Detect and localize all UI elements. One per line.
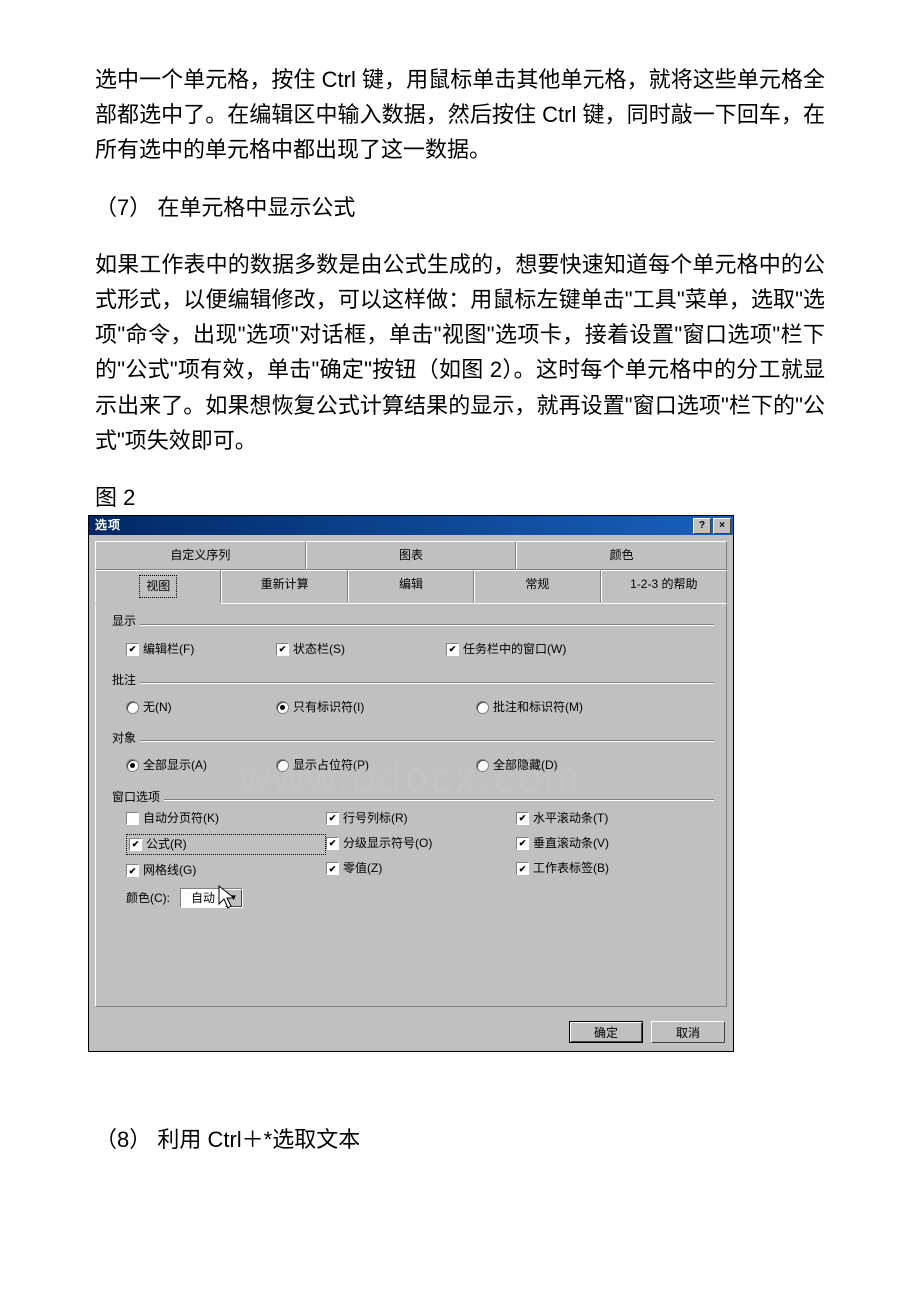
gridline-color-select[interactable]: 自动 ▼ [180,888,243,908]
group-window: 窗口选项 [108,788,164,807]
chk-outline-symbols[interactable] [326,837,339,850]
tab-edit[interactable]: 编辑 [348,570,474,603]
chk-status-bar[interactable] [276,643,289,656]
chk-zero-values[interactable] [326,862,339,875]
group-object: 对象 [108,729,140,748]
cancel-button[interactable]: 取消 [651,1021,725,1043]
watermark: www.bdocx.com [240,744,582,811]
help-button[interactable]: ? [693,518,711,534]
group-display: 显示 [108,612,140,631]
paragraph-2: 如果工作表中的数据多数是由公式生成的，想要快速知道每个单元格中的公式形式，以便编… [95,247,825,458]
radio-comment-both[interactable] [476,701,489,714]
radio-obj-placeholders[interactable] [276,759,289,772]
figure-label: 图 2 [95,480,825,515]
radio-comment-none[interactable] [126,701,139,714]
tab-recalc[interactable]: 重新计算 [221,570,347,603]
tab-123-help[interactable]: 1-2-3 的帮助 [601,570,727,603]
radio-comment-indicator[interactable] [276,701,289,714]
tab-color[interactable]: 颜色 [516,541,727,570]
chk-row-col-headers[interactable] [326,812,339,825]
chk-v-scroll[interactable] [516,837,529,850]
radio-obj-hide-all[interactable] [476,759,489,772]
chk-formula-bar[interactable] [126,643,139,656]
close-button[interactable]: × [713,518,731,534]
dialog-title: 选项 [91,516,691,535]
chk-h-scroll[interactable] [516,812,529,825]
heading-7: （7） 在单元格中显示公式 [95,190,825,225]
options-dialog: 选项 ? × 自定义序列 图表 颜色 视图 重新计算 编辑 常规 1-2-3 的… [88,515,734,1052]
ok-button[interactable]: 确定 [569,1021,643,1043]
heading-8: （8） 利用 Ctrl＋*选取文本 [95,1122,825,1157]
titlebar: 选项 ? × [89,516,733,535]
tab-custom-lists[interactable]: 自定义序列 [95,541,306,570]
chk-gridlines[interactable] [126,864,139,877]
chk-sheet-tabs[interactable] [516,862,529,875]
tab-chart[interactable]: 图表 [306,541,517,570]
chk-formulas[interactable] [129,838,142,851]
chk-window-in-taskbar[interactable] [446,643,459,656]
color-label: 颜色(C): [126,889,170,908]
paragraph-1: 选中一个单元格，按住 Ctrl 键，用鼠标单击其他单元格，就将这些单元格全部都选… [95,62,825,168]
radio-obj-show-all[interactable] [126,759,139,772]
chk-page-breaks[interactable] [126,812,139,825]
tab-view[interactable]: 视图 [95,570,221,604]
dropdown-arrow-icon: ▼ [225,889,242,907]
group-comment: 批注 [108,671,140,690]
tab-general[interactable]: 常规 [474,570,600,603]
